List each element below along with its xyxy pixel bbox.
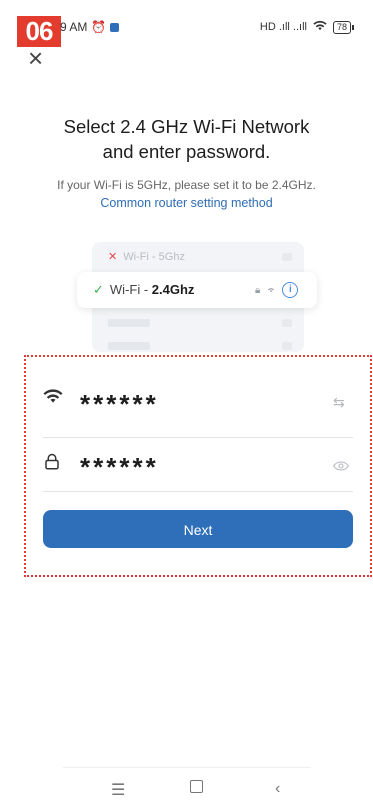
divider <box>43 437 353 438</box>
placeholder-row <box>108 319 150 327</box>
alarm-icon: ⏰ <box>91 20 107 34</box>
wifi-icon <box>43 388 63 410</box>
switch-network-icon[interactable]: ⇆ <box>333 394 345 411</box>
battery-indicator: 78 <box>332 20 355 34</box>
wifi-status-icon <box>313 20 327 34</box>
placeholder-square <box>282 319 292 327</box>
eye-icon[interactable] <box>333 458 349 474</box>
status-bar-left: 9 AM ⏰ <box>60 20 120 34</box>
wifi-5ghz-label: Wi-Fi - 5Ghz <box>123 251 185 263</box>
password-input[interactable]: ****** <box>80 452 159 483</box>
router-setting-link[interactable]: Common router setting method <box>0 196 373 210</box>
cross-icon: ✕ <box>108 251 118 263</box>
back-icon[interactable]: ‹ <box>275 780 280 798</box>
status-bar-right: HD .ıll ..ıll 78 <box>259 20 355 34</box>
divider <box>43 491 353 492</box>
close-icon[interactable]: × <box>28 45 43 71</box>
lock-icon <box>43 453 61 477</box>
subtitle: If your Wi-Fi is 5GHz, please set it to … <box>57 178 316 192</box>
nav-bar-divider <box>63 767 311 768</box>
placeholder-square <box>282 342 292 350</box>
next-button[interactable]: Next <box>43 510 353 548</box>
info-icon: i <box>282 282 299 298</box>
wifi-24ghz-band: 2.4Ghz <box>151 282 195 297</box>
wifi-5ghz-item: ✕ Wi-Fi - 5Ghz <box>108 250 185 263</box>
menu-icon[interactable]: ☰ <box>111 780 125 800</box>
wifi-24ghz-prefix: Wi-Fi - <box>109 282 152 297</box>
title-line-2: and enter password. <box>102 141 271 162</box>
wifi-name-input[interactable]: ****** <box>80 389 159 420</box>
signal-icon: HD .ıll ..ıll <box>259 21 307 33</box>
wifi-small-icon <box>266 285 276 296</box>
page-title: Select 2.4 GHz Wi-Fi Network and enter p… <box>0 114 373 164</box>
wifi-24ghz-item: ✓ Wi-Fi - 2.4Ghz <box>93 282 194 298</box>
placeholder-square <box>282 253 292 261</box>
check-icon: ✓ <box>93 282 104 297</box>
placeholder-row <box>108 342 150 350</box>
lock-small-icon: 🔒︎ <box>255 284 261 296</box>
app-notification-icon <box>110 22 120 32</box>
home-icon[interactable] <box>190 780 203 798</box>
wifi-24ghz-icons: 🔒︎ i <box>255 282 299 298</box>
title-line-1: Select 2.4 GHz Wi-Fi Network <box>63 116 310 137</box>
status-time: 9 AM <box>60 20 88 34</box>
